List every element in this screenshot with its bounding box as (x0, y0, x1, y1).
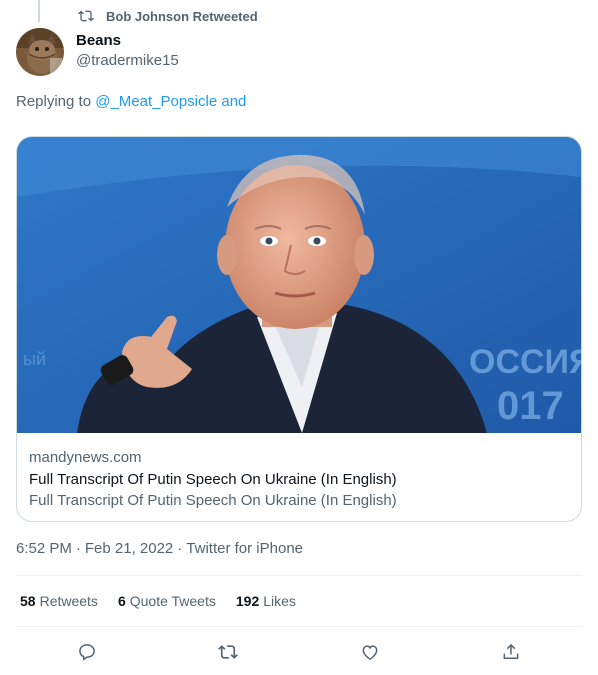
thread-connector-line (38, 0, 40, 22)
svg-text:ый: ый (23, 349, 46, 369)
author-handle[interactable]: @tradermike15 (76, 51, 179, 71)
mention-link[interactable]: @_Meat_Popsicle (95, 93, 217, 110)
replying-to: Replying to @_Meat_Popsicle and (16, 93, 246, 110)
cat-avatar (16, 28, 64, 76)
background-text-1: ОССИЯ (469, 343, 581, 381)
background-text-2: 017 (497, 384, 564, 428)
likes-count: 192 (235, 593, 260, 609)
retweet-button[interactable] (216, 640, 240, 664)
link-card[interactable]: ОССИЯ 017 ый mandynews.com Full Transcri… (16, 136, 582, 522)
tweet-date[interactable]: Feb 21, 2022 (85, 540, 173, 557)
card-domain: mandynews.com (29, 449, 142, 466)
reply-button[interactable] (75, 640, 99, 664)
card-description: Full Transcript Of Putin Speech On Ukrai… (29, 492, 397, 509)
author-block: Beans @tradermike15 (76, 32, 179, 71)
likes-label: Likes (263, 593, 296, 609)
retweet-label: Bob Johnson Retweeted (106, 8, 258, 24)
action-bar (16, 640, 582, 664)
divider-bottom (16, 626, 582, 627)
retweets-stat[interactable]: 58 Retweets (20, 593, 98, 609)
likes-stat[interactable]: 192 Likes (236, 593, 296, 609)
meta-separator-2: · (177, 540, 183, 557)
divider-top (16, 575, 582, 576)
tweet-stats: 58 Retweets 6 Quote Tweets 192 Likes (20, 593, 316, 609)
man-pointing-photo: ОССИЯ 017 ый (17, 137, 581, 433)
author-name[interactable]: Beans (76, 32, 179, 50)
mention-and[interactable]: and (217, 93, 246, 110)
meta-separator-1: · (75, 540, 81, 557)
heart-icon (362, 645, 378, 660)
quotes-stat[interactable]: 6 Quote Tweets (118, 593, 216, 609)
quotes-label: Quote Tweets (129, 593, 216, 609)
retweets-label: Retweets (39, 593, 98, 609)
retweet-icon (78, 10, 94, 22)
quotes-count: 6 (117, 593, 126, 609)
avatar[interactable] (16, 28, 64, 76)
card-text[interactable]: mandynews.com Full Transcript Of Putin S… (29, 447, 397, 511)
replying-prefix: Replying to (16, 93, 96, 110)
like-button[interactable] (358, 640, 382, 664)
retweet-context[interactable]: Bob Johnson Retweeted (78, 8, 258, 24)
card-title: Full Transcript Of Putin Speech On Ukrai… (29, 471, 397, 488)
retweets-count: 58 (20, 593, 36, 609)
reply-icon (79, 644, 95, 661)
tweet-meta: 6:52 PM · Feb 21, 2022 · Twitter for iPhone (16, 540, 307, 557)
card-image[interactable]: ОССИЯ 017 ый (17, 137, 581, 433)
tweet-time[interactable]: 6:52 PM (16, 540, 72, 557)
share-icon (503, 643, 519, 659)
retweet-icon-action (218, 645, 238, 659)
share-button[interactable] (499, 640, 523, 664)
tweet-source[interactable]: Twitter for iPhone (186, 540, 303, 557)
